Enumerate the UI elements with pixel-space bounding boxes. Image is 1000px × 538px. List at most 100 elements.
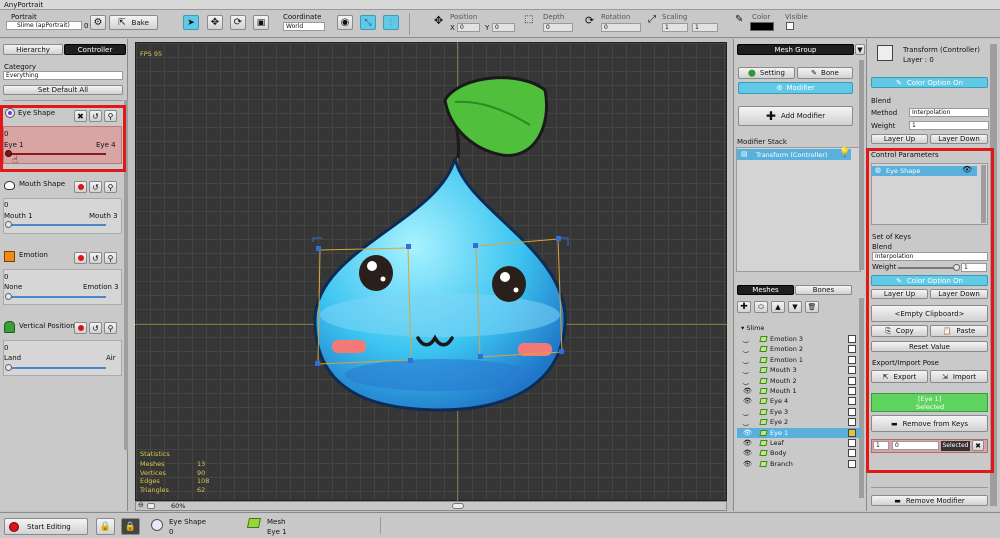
mesh-tree-checkbox[interactable] [848, 355, 856, 364]
param-record-button[interactable] [74, 322, 87, 334]
bone-tab[interactable]: ✎ Bone [797, 67, 853, 79]
eye-visible-icon[interactable]: 👁 [743, 386, 752, 396]
param-vertical-slider[interactable] [8, 367, 106, 369]
param-record-button[interactable] [74, 252, 87, 264]
remove-modifier-button[interactable]: ▬ Remove Modifier [871, 495, 988, 506]
mesh-tree-row[interactable]: 👁 Body [737, 448, 861, 458]
lock-button[interactable]: 🔒 [96, 518, 115, 535]
category-select[interactable]: Everything [3, 71, 123, 80]
mesh-tree-checkbox[interactable] [848, 439, 856, 447]
physics-button[interactable]: ⫶ [383, 15, 399, 30]
eye-visible-icon[interactable]: 👁 [743, 438, 752, 448]
rotate-tool-button[interactable]: ⟳ [230, 15, 246, 30]
tab-bones[interactable]: Bones [795, 285, 852, 295]
delete-mesh-button[interactable]: 🗑 [805, 301, 819, 313]
set-default-all-button[interactable]: Set Default All [3, 85, 123, 95]
zoom-slider-knob[interactable] [147, 503, 155, 509]
scale-y-field[interactable]: 1 [692, 23, 718, 32]
mesh-tree-row[interactable]: ‿ Eye 2 [737, 417, 861, 427]
position-x-field[interactable]: 0 [457, 23, 480, 32]
method-select[interactable]: Interpolation [909, 108, 989, 117]
mesh-tree-checkbox[interactable] [848, 397, 856, 406]
modifier-tab[interactable]: ⚙ Modifier [738, 82, 853, 94]
eye-hidden-icon[interactable]: ‿ [743, 365, 749, 375]
mesh-tree-checkbox[interactable] [848, 335, 856, 343]
mesh-tree-row[interactable]: 👁 Eye 1 [737, 427, 861, 438]
mesh-tree-row[interactable]: 👁 Mouth 1 [737, 386, 861, 396]
select-tool-button[interactable]: ➤ [183, 15, 199, 30]
move-up-button[interactable]: ▲ [771, 301, 785, 313]
color-swatch[interactable] [750, 22, 774, 31]
mesh-tree-row[interactable]: ‿ Mouth 3 [737, 365, 861, 375]
param-link-button[interactable]: ⚲ [104, 322, 117, 334]
param-link-button[interactable]: ⚲ [104, 252, 117, 264]
depth-field[interactable]: 0 [543, 23, 573, 32]
mesh-tree-row[interactable]: ‿ Eye 3 [737, 407, 861, 417]
slider-knob[interactable] [5, 221, 12, 228]
mesh-tree-row[interactable]: ‿ Emotion 3 [737, 334, 861, 344]
param-record-button[interactable] [74, 181, 87, 193]
eye-visible-icon[interactable]: 👁 [743, 396, 752, 406]
eye-hidden-icon[interactable]: ‿ [743, 407, 749, 417]
visible-checkbox[interactable] [786, 22, 794, 30]
color-option-button[interactable]: ✎ Color Option On [871, 77, 988, 88]
mesh-group-header[interactable]: Mesh Group [737, 44, 854, 55]
slime-character[interactable] [290, 70, 590, 430]
add-mesh-button[interactable]: ✚ [737, 301, 751, 313]
h-scroll-thumb[interactable] [452, 503, 464, 509]
mesh-tree-checkbox[interactable] [848, 407, 856, 416]
scale-x-field[interactable]: 1 [662, 23, 688, 32]
eye-hidden-icon[interactable]: ‿ [743, 417, 749, 427]
scale-tool-button[interactable]: ▣ [253, 15, 269, 30]
slider-knob[interactable] [5, 364, 12, 371]
mesh-tree-row[interactable]: ‿ Mouth 2 [737, 376, 861, 386]
mesh-tree-checkbox[interactable] [848, 428, 856, 437]
settings-button[interactable]: ⚙ [90, 15, 106, 30]
mesh-tree-checkbox[interactable] [848, 387, 856, 395]
tree-root[interactable]: ▾ Slime [741, 324, 764, 332]
auto-lock-button[interactable]: 🔒 [121, 518, 140, 535]
layer-up-button[interactable]: Layer Up [871, 134, 928, 144]
param-reset-button[interactable]: ↺ [89, 322, 102, 334]
layer-button[interactable]: ⬭ [754, 301, 768, 313]
bulb-icon[interactable]: 💡 [839, 148, 850, 158]
move-tool-button[interactable]: ✥ [207, 15, 223, 30]
tab-meshes[interactable]: Meshes [737, 285, 794, 295]
slider-knob[interactable] [5, 293, 12, 300]
weight-field[interactable]: 1 [909, 121, 989, 130]
add-modifier-button[interactable]: ✚ Add Modifier [738, 106, 853, 126]
mesh-tree-row[interactable]: ‿ Emotion 1 [737, 355, 861, 365]
mesh-tree-checkbox[interactable] [848, 459, 856, 468]
eye-visible-icon[interactable]: 👁 [743, 459, 752, 469]
tab-hierarchy[interactable]: Hierarchy [3, 44, 63, 55]
param-mouth-slider[interactable] [8, 224, 106, 226]
param-link-button[interactable]: ⚲ [104, 181, 117, 193]
tab-controller[interactable]: Controller [64, 44, 126, 55]
eye-hidden-icon[interactable]: ‿ [743, 376, 749, 386]
mesh-tree-checkbox[interactable] [848, 366, 856, 375]
collapse-button[interactable]: ▼ [855, 44, 865, 55]
onion-button[interactable]: ◉ [337, 15, 353, 30]
mesh-tree-row[interactable]: ‿ Emotion 2 [737, 344, 861, 354]
mesh-tree-checkbox[interactable] [848, 345, 856, 354]
param-reset-button[interactable]: ↺ [89, 252, 102, 264]
mesh-tree-checkbox[interactable] [848, 418, 856, 427]
mesh-tree-checkbox[interactable] [848, 449, 856, 458]
move-down-button[interactable]: ▼ [788, 301, 802, 313]
mesh-tree-row[interactable]: 👁 Leaf [737, 438, 861, 448]
start-editing-button[interactable]: Start Editing [4, 518, 88, 535]
rotation-field[interactable]: 0 [601, 23, 641, 32]
mesh-tree-row[interactable]: 👁 Eye 4 [737, 396, 861, 406]
position-y-field[interactable]: 0 [492, 23, 515, 32]
eye-hidden-icon[interactable]: ‿ [743, 344, 749, 354]
eye-visible-icon[interactable]: 👁 [743, 428, 752, 438]
portrait-selector[interactable]: Slime (apPortrait) [6, 21, 82, 30]
param-reset-button[interactable]: ↺ [89, 181, 102, 193]
eye-hidden-icon[interactable]: ‿ [743, 334, 749, 344]
mid-scrollbar[interactable] [859, 60, 864, 270]
eye-visible-icon[interactable]: 👁 [743, 448, 752, 458]
setting-tab[interactable]: ⬤ Setting [738, 67, 795, 79]
eye-hidden-icon[interactable]: ‿ [743, 355, 749, 365]
layer-down-button[interactable]: Layer Down [930, 134, 988, 144]
mesh-tree-row[interactable]: 👁 Branch [737, 459, 861, 469]
